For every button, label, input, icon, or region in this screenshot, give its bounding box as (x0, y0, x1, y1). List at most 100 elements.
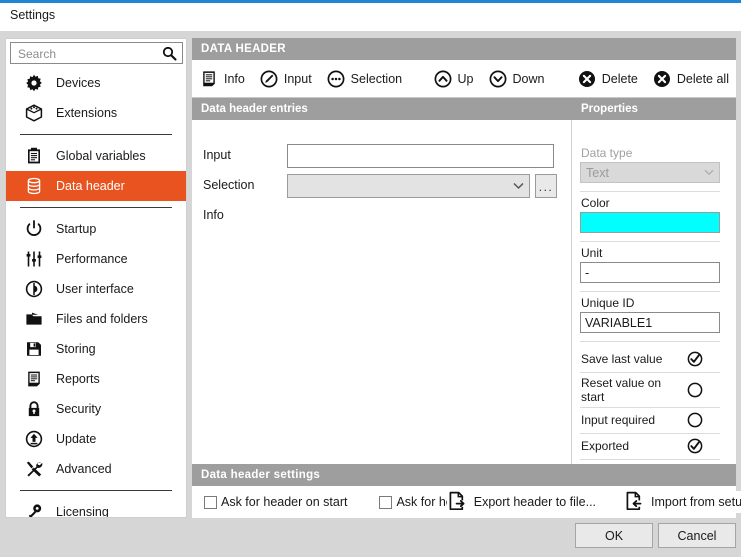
toolbar-button-label: Input (283, 71, 312, 86)
sidebar-item-global-variables[interactable]: Global variables (6, 141, 186, 171)
sidebar-item-data-header[interactable]: Data header (6, 171, 186, 201)
sidebar-divider (20, 207, 172, 208)
sidebar-item-label: Devices (56, 76, 101, 90)
divider (580, 459, 720, 460)
search-input[interactable] (16, 45, 156, 62)
export-header-button[interactable]: Export header to file... (446, 491, 597, 513)
toggle-checked-icon[interactable] (684, 438, 706, 454)
toolbar-down-button[interactable]: Down (481, 64, 552, 94)
clipboard-icon (22, 145, 46, 167)
checkbox-ask-for-header-on-start[interactable]: Ask for header on start (204, 495, 347, 509)
sidebar-item-label: Startup (56, 222, 97, 236)
sidebar-item-files-and-folders[interactable]: Files and folders (6, 304, 186, 334)
sidebar-item-licensing[interactable]: Licensing (6, 497, 186, 517)
toggle-reset-value-on-start[interactable]: Reset value on start (572, 372, 736, 407)
checkbox-label: Ask for header on start (221, 495, 348, 509)
sidebar-item-performance[interactable]: Performance (6, 244, 186, 274)
sidebar-item-devices[interactable]: Devices (6, 68, 186, 98)
import-setup-button[interactable]: Import from setup file... (624, 491, 741, 513)
color-label: Color (581, 196, 610, 210)
checkbox-box[interactable] (379, 495, 393, 509)
divider (580, 341, 720, 342)
toggle-exported[interactable]: Exported (572, 433, 736, 459)
sidebar-item-label: Licensing (56, 505, 109, 517)
sidebar: Devices Extensions Global variables Data he… (5, 38, 187, 518)
entries-section-title: Data header entries (192, 98, 572, 120)
sidebar-divider (20, 490, 172, 491)
sidebar-item-label: Security (56, 402, 102, 416)
toggle-unchecked-icon[interactable] (684, 382, 706, 398)
sliders-icon (22, 248, 46, 270)
document-lines-icon (199, 69, 219, 89)
sidebar-divider (20, 134, 172, 135)
selection-dropdown[interactable] (287, 174, 530, 198)
unique-id-label: Unique ID (581, 296, 635, 310)
data-header-entries-panel: Input Selection ... Info (192, 120, 572, 464)
selection-browse-button[interactable]: ... (535, 174, 557, 198)
dialog-footer: OK Cancel (0, 518, 741, 557)
toggle-label: Reset value on start (581, 375, 662, 404)
x-circle-icon (652, 69, 672, 89)
settings-section-title: Data header settings (192, 464, 736, 486)
sidebar-item-storing[interactable]: Storing (6, 334, 186, 364)
toolbar-button-label: Down (512, 71, 545, 86)
user-interface-icon (22, 278, 46, 300)
toolbar-selection-button[interactable]: Selection (319, 64, 409, 94)
sidebar-item-extensions[interactable]: Extensions (6, 98, 186, 128)
input-field-label: Input (203, 148, 231, 162)
color-swatch[interactable] (580, 212, 720, 233)
data-type-label: Data type (581, 146, 633, 160)
unit-input[interactable] (580, 262, 720, 283)
cancel-button[interactable]: Cancel (658, 523, 736, 548)
toolbar-up-button[interactable]: Up (426, 64, 481, 94)
sidebar-item-advanced[interactable]: Advanced (6, 454, 186, 484)
toolbar-delete-button[interactable]: Delete (570, 64, 645, 94)
sidebar-item-security[interactable]: Security (6, 394, 186, 424)
divider (580, 291, 720, 292)
toolbar-button-label: Delete (601, 71, 638, 86)
toggle-unchecked-icon[interactable] (684, 412, 706, 428)
search-icon[interactable] (162, 46, 177, 61)
section-bands: Data header entries Properties (192, 98, 736, 120)
sidebar-item-label: Performance (56, 252, 128, 266)
ellipsis-circle-icon (326, 69, 346, 89)
toolbar-info-button[interactable]: Info (192, 64, 252, 94)
box-icon (22, 102, 46, 124)
data-header-settings-row: Ask for header on start Ask for he Export … (192, 486, 741, 518)
input-field[interactable] (287, 144, 554, 168)
toolbar-button-label: Info (224, 71, 245, 86)
info-field-label: Info (203, 208, 224, 222)
toggle-label: Save last value (581, 352, 663, 366)
toggle-label: Input required (581, 413, 656, 427)
sidebar-item-label: Data header (56, 179, 125, 193)
sidebar-item-update[interactable]: Update (6, 424, 186, 454)
ok-button[interactable]: OK (575, 523, 653, 548)
checkbox-ask-for-he[interactable]: Ask for he (379, 495, 453, 509)
folder-icon (22, 308, 46, 330)
sidebar-item-label: Files and folders (56, 312, 148, 326)
sidebar-item-startup[interactable]: Startup (6, 214, 186, 244)
sidebar-item-label: User interface (56, 282, 134, 296)
unique-id-input[interactable] (580, 312, 720, 333)
toolbar-input-button[interactable]: Input (252, 64, 319, 94)
title-bar: Settings (0, 3, 741, 31)
chevron-down-icon (699, 169, 719, 176)
sidebar-item-label: Reports (56, 372, 100, 386)
chevron-down-icon (507, 182, 529, 190)
x-circle-icon (577, 69, 597, 89)
divider (580, 191, 720, 192)
toggle-checked-icon[interactable] (684, 351, 706, 367)
sidebar-item-user-interface[interactable]: User interface (6, 274, 186, 304)
search-box[interactable] (10, 42, 183, 64)
toolbar-delete-all-button[interactable]: Delete all (645, 64, 736, 94)
report-icon (22, 368, 46, 390)
toggle-input-required[interactable]: Input required (572, 407, 736, 433)
toggle-save-last-value[interactable]: Save last value (572, 346, 736, 372)
checkbox-box[interactable] (204, 495, 217, 509)
chevron-down-circle-icon (488, 69, 508, 89)
data-header-section-title: DATA HEADER (192, 38, 736, 60)
sidebar-item-reports[interactable]: Reports (6, 364, 186, 394)
sidebar-item-label: Update (56, 432, 97, 446)
chevron-up-circle-icon (433, 69, 453, 89)
file-button-label: Export header to file... (473, 495, 597, 509)
